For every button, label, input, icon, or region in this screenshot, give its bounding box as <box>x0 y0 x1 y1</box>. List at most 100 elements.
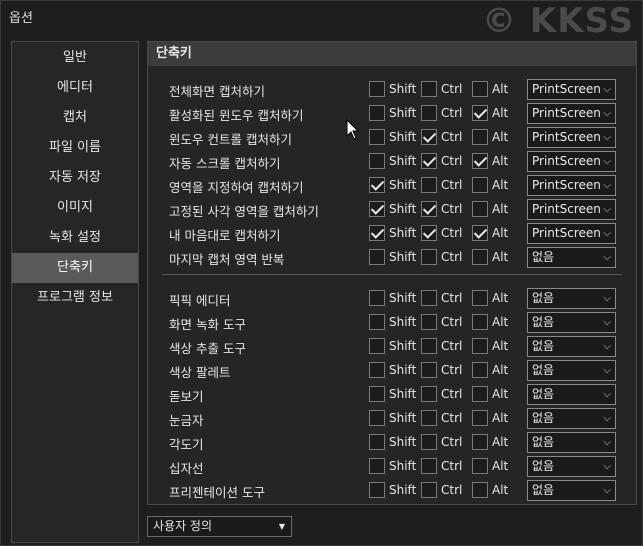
ctrl-checkbox[interactable] <box>421 225 437 241</box>
key-select-value: 없음 <box>532 291 555 305</box>
ctrl-checkbox[interactable] <box>421 177 437 193</box>
chevron-down-icon: ⌵ <box>603 180 611 191</box>
key-select[interactable]: 없음 ⌵ <box>527 247 616 268</box>
shift-checkbox[interactable] <box>369 434 385 450</box>
ctrl-checkbox[interactable] <box>421 249 437 265</box>
alt-checkbox[interactable] <box>472 458 488 474</box>
ctrl-checkbox[interactable] <box>421 129 437 145</box>
key-select[interactable]: 없음 ⌵ <box>527 408 616 429</box>
key-select[interactable]: PrintScreen ⌵ <box>527 103 616 124</box>
sidebar-item[interactable]: 에디터 <box>12 73 138 103</box>
ctrl-checkbox[interactable] <box>421 482 437 498</box>
ctrl-checkbox[interactable] <box>421 338 437 354</box>
shortcut-row: 화면 녹화 도구 Shift Ctrl Alt 없음 ⌵ <box>148 310 636 334</box>
alt-checkbox[interactable] <box>472 129 488 145</box>
ctrl-checkbox[interactable] <box>421 201 437 217</box>
key-select[interactable]: 없음 ⌵ <box>527 384 616 405</box>
ctrl-label: Ctrl <box>441 483 463 497</box>
alt-checkbox[interactable] <box>472 410 488 426</box>
alt-label: Alt <box>492 250 509 264</box>
key-select[interactable]: PrintScreen ⌵ <box>527 175 616 196</box>
ctrl-checkbox[interactable] <box>421 314 437 330</box>
shortcut-panel: 단축키 전체화면 캡처하기 Shift Ctrl Alt PrintScreen ⌵ 활성화… <box>147 41 637 505</box>
shortcut-label: 색상 추출 도구 <box>169 341 246 356</box>
sidebar-item[interactable]: 녹화 설정 <box>12 223 138 253</box>
chevron-down-icon: ⌵ <box>603 228 611 239</box>
sidebar-item[interactable]: 파일 이름 <box>12 133 138 163</box>
ctrl-checkbox[interactable] <box>421 153 437 169</box>
alt-checkbox[interactable] <box>472 338 488 354</box>
shift-checkbox[interactable] <box>369 290 385 306</box>
shift-checkbox[interactable] <box>369 81 385 97</box>
alt-checkbox[interactable] <box>472 362 488 378</box>
key-select[interactable]: 없음 ⌵ <box>527 336 616 357</box>
ctrl-checkbox[interactable] <box>421 105 437 121</box>
key-select[interactable]: PrintScreen ⌵ <box>527 151 616 172</box>
shift-checkbox[interactable] <box>369 177 385 193</box>
alt-checkbox[interactable] <box>472 105 488 121</box>
alt-checkbox[interactable] <box>472 386 488 402</box>
key-select[interactable]: PrintScreen ⌵ <box>527 223 616 244</box>
shortcut-label: 화면 녹화 도구 <box>169 317 246 332</box>
ctrl-label: Ctrl <box>441 363 463 377</box>
ctrl-checkbox[interactable] <box>421 81 437 97</box>
alt-checkbox[interactable] <box>472 314 488 330</box>
key-select[interactable]: 없음 ⌵ <box>527 288 616 309</box>
key-select-value: PrintScreen <box>532 106 601 120</box>
ctrl-checkbox[interactable] <box>421 290 437 306</box>
sidebar-item[interactable]: 이미지 <box>12 193 138 223</box>
sidebar-item[interactable]: 캡처 <box>12 103 138 133</box>
shift-checkbox[interactable] <box>369 410 385 426</box>
shortcut-row: 색상 팔레트 Shift Ctrl Alt 없음 ⌵ <box>148 358 636 382</box>
alt-checkbox[interactable] <box>472 249 488 265</box>
sidebar-item[interactable]: 단축키 <box>12 253 138 283</box>
shift-label: Shift <box>389 363 417 377</box>
shift-checkbox[interactable] <box>369 249 385 265</box>
shortcut-row: 눈금자 Shift Ctrl Alt 없음 ⌵ <box>148 406 636 430</box>
shift-label: Shift <box>389 154 417 168</box>
shift-checkbox[interactable] <box>369 129 385 145</box>
preset-select[interactable]: 사용자 정의 ▼ <box>147 516 292 537</box>
alt-checkbox[interactable] <box>472 225 488 241</box>
shortcut-label: 픽픽 에디터 <box>169 293 231 308</box>
ctrl-label: Ctrl <box>441 435 463 449</box>
key-select[interactable]: 없음 ⌵ <box>527 432 616 453</box>
key-select[interactable]: PrintScreen ⌵ <box>527 79 616 100</box>
ctrl-label: Ctrl <box>441 250 463 264</box>
shift-checkbox[interactable] <box>369 314 385 330</box>
alt-checkbox[interactable] <box>472 434 488 450</box>
alt-checkbox[interactable] <box>472 81 488 97</box>
shift-checkbox[interactable] <box>369 482 385 498</box>
alt-checkbox[interactable] <box>472 201 488 217</box>
ctrl-checkbox[interactable] <box>421 386 437 402</box>
shift-checkbox[interactable] <box>369 153 385 169</box>
shortcut-label: 프리젠테이션 도구 <box>169 485 265 500</box>
shift-checkbox[interactable] <box>369 105 385 121</box>
alt-checkbox[interactable] <box>472 177 488 193</box>
shift-checkbox[interactable] <box>369 225 385 241</box>
shift-checkbox[interactable] <box>369 338 385 354</box>
key-select[interactable]: PrintScreen ⌵ <box>527 127 616 148</box>
sidebar-item[interactable]: 프로그램 정보 <box>12 283 138 313</box>
alt-checkbox[interactable] <box>472 290 488 306</box>
alt-label: Alt <box>492 435 509 449</box>
shift-checkbox[interactable] <box>369 386 385 402</box>
alt-label: Alt <box>492 459 509 473</box>
sidebar-item[interactable]: 일반 <box>12 43 138 73</box>
sidebar-item[interactable]: 자동 저장 <box>12 163 138 193</box>
shift-checkbox[interactable] <box>369 362 385 378</box>
shortcut-row: 영역을 지정하여 캡처하기 Shift Ctrl Alt PrintScreen ⌵ <box>148 173 636 197</box>
ctrl-checkbox[interactable] <box>421 362 437 378</box>
shift-checkbox[interactable] <box>369 201 385 217</box>
key-select[interactable]: 없음 ⌵ <box>527 456 616 477</box>
alt-checkbox[interactable] <box>472 153 488 169</box>
key-select[interactable]: 없음 ⌵ <box>527 480 616 501</box>
ctrl-checkbox[interactable] <box>421 458 437 474</box>
key-select[interactable]: 없음 ⌵ <box>527 312 616 333</box>
key-select[interactable]: PrintScreen ⌵ <box>527 199 616 220</box>
ctrl-checkbox[interactable] <box>421 410 437 426</box>
alt-checkbox[interactable] <box>472 482 488 498</box>
key-select[interactable]: 없음 ⌵ <box>527 360 616 381</box>
shift-checkbox[interactable] <box>369 458 385 474</box>
ctrl-checkbox[interactable] <box>421 434 437 450</box>
